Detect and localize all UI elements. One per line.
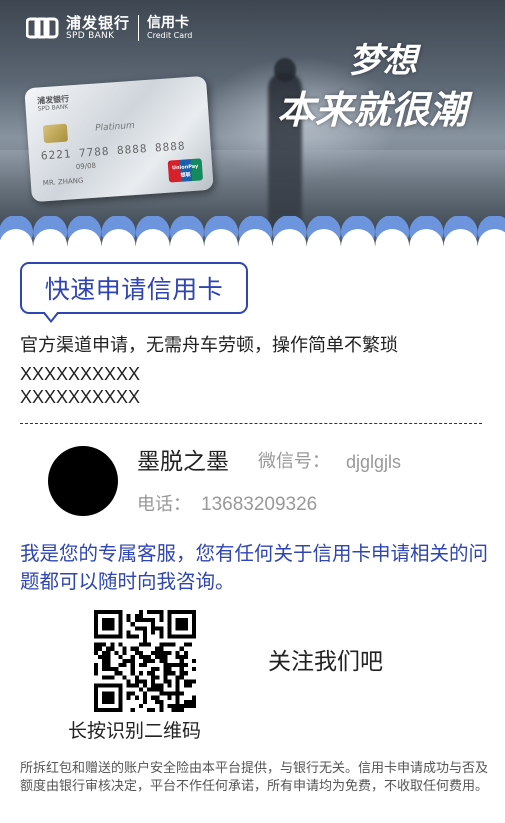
intro-text: 官方渠道申请，无需舟车劳顿，操作简单不繁琐 bbox=[20, 335, 398, 356]
credit-card-image: 浦发银行 SPD BANK Platinum 6221 7788 8888 88… bbox=[24, 75, 214, 203]
promo-banner[interactable]: 浦发银行 SPD BANK 信用卡 Credit Card 浦发银行 SPD B… bbox=[0, 0, 505, 250]
bank-brand: 浦发银行 SPD BANK 信用卡 Credit Card bbox=[26, 12, 192, 44]
follow-us-text: 关注我们吧 bbox=[268, 649, 383, 675]
unionpay-label: UnionPay 银联 bbox=[171, 163, 199, 179]
disclaimer-text: 所拆红包和赠送的账户安全险由本平台提供，与银行无关。信用卡申请成功与否及额度由银… bbox=[20, 761, 489, 794]
product-name-en: Credit Card bbox=[147, 31, 193, 40]
bank-name-block: 浦发银行 SPD BANK bbox=[66, 15, 130, 41]
placeholder-line-2: XXXXXXXXXX bbox=[20, 387, 141, 407]
bubble-tail-inner bbox=[44, 311, 58, 320]
product-name-cn: 信用卡 bbox=[147, 15, 190, 31]
scalloped-edge bbox=[0, 216, 505, 264]
phone-number-link[interactable]: 13683209326 bbox=[201, 492, 317, 518]
page-root: 浦发银行 SPD BANK 信用卡 Credit Card 浦发银行 SPD B… bbox=[0, 0, 505, 823]
brand-divider bbox=[138, 15, 140, 41]
product-name-block: 信用卡 Credit Card bbox=[147, 15, 192, 41]
card-tier: Platinum bbox=[94, 120, 136, 134]
card-brand-en: SPD BANK bbox=[37, 103, 69, 113]
avatar bbox=[48, 446, 118, 516]
phone-label: 电话： bbox=[137, 494, 191, 515]
qr-caption: 长按识别二维码 bbox=[68, 720, 202, 742]
card-chip-icon bbox=[42, 123, 69, 144]
card-valid-date: 09/08 bbox=[75, 161, 97, 172]
apply-title-bubble: 快速申请信用卡 bbox=[20, 262, 248, 314]
page-title: 快速申请信用卡 bbox=[44, 275, 224, 304]
banner-slogan: 梦想 本来就很潮 bbox=[257, 38, 467, 136]
wechat-label: 微信号： bbox=[258, 451, 330, 472]
spd-bank-logo-icon bbox=[26, 17, 59, 39]
placeholder-line-1: XXXXXXXXXX bbox=[20, 364, 141, 384]
card-holder: MR. ZHANG bbox=[42, 176, 84, 188]
bank-name-cn: 浦发银行 bbox=[66, 14, 131, 32]
slogan-line-2: 本来就很潮 bbox=[276, 87, 467, 132]
slogan-line-1: 梦想 bbox=[349, 41, 417, 81]
dashed-divider bbox=[20, 423, 482, 424]
agent-name: 墨脱之墨 bbox=[137, 449, 229, 475]
bank-name-en: SPD BANK bbox=[66, 31, 115, 41]
wechat-id[interactable]: djglgjls bbox=[346, 449, 401, 475]
qr-code[interactable] bbox=[94, 610, 196, 712]
card-number: 6221 7788 8888 8888 bbox=[40, 139, 186, 163]
service-text: 我是您的专属客服，您有任何关于信用卡申请相关的问题都可以随时向我咨询。 bbox=[20, 542, 489, 593]
